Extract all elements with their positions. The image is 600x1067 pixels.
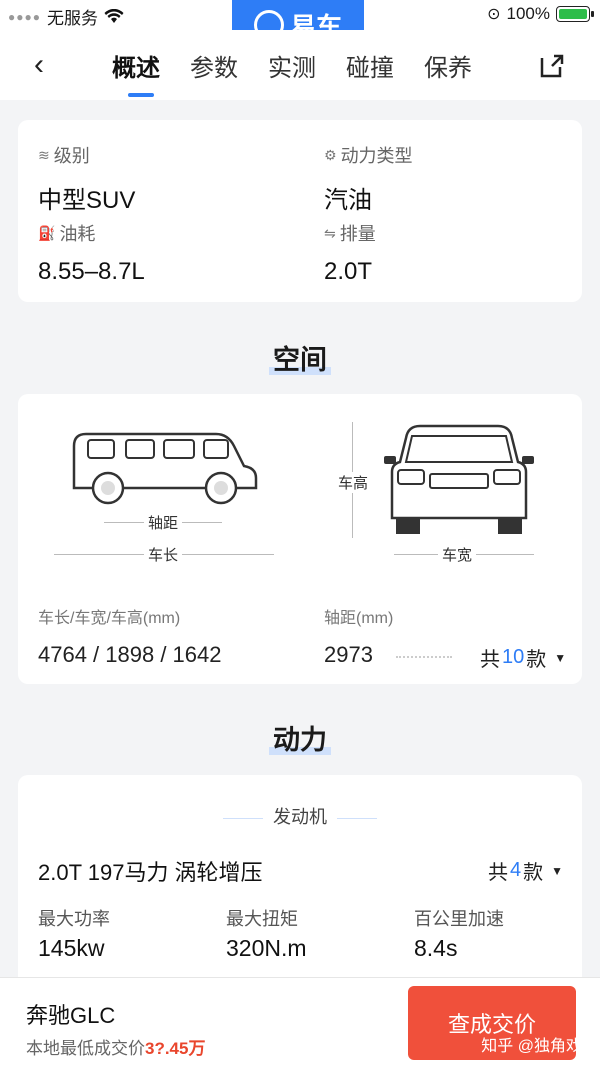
- bottom-bar: 奔驰GLC 本地最低成交价3?.45万 查成交价 知乎 @独角戏: [0, 977, 600, 1067]
- tab-maintenance[interactable]: 保养: [424, 48, 472, 83]
- engine-name: 2.0T 197马力 涡轮增压: [38, 860, 263, 885]
- tab-params[interactable]: 参数: [190, 48, 238, 83]
- signal-icon: ●●●●: [8, 9, 41, 24]
- level-value: 中型SUV: [38, 187, 136, 214]
- basic-info-card: ≋ 级别 中型SUV ⚙ 动力类型 汽油 ⛽ 油耗 8.55–8.7L ⇋ 排量 2.0…: [18, 120, 582, 302]
- acceleration-value: 8.4s: [414, 935, 458, 961]
- power-type-label: 动力类型: [340, 146, 413, 166]
- engine-icon: ⚙: [324, 146, 337, 163]
- height-dim-label: 车高: [334, 472, 373, 493]
- car-front-view-icon: [384, 424, 534, 534]
- back-icon[interactable]: ‹: [34, 48, 44, 82]
- space-section-title: 空间: [273, 345, 327, 375]
- power-type-value: 汽油: [324, 187, 372, 214]
- lowest-price-row: 本地最低成交价3?.45万: [26, 1039, 206, 1058]
- space-card: 轴距 车长 车高 车宽 车长/车宽/车高(mm) 4764 / 1898 / 1…: [18, 394, 582, 684]
- dims-value: 4764 / 1898 / 1642: [38, 642, 222, 667]
- length-dim-label: 车长: [144, 544, 183, 565]
- power-section-title: 动力: [273, 725, 327, 755]
- wheelbase-value: 2973: [324, 642, 373, 667]
- level-label: 级别: [53, 146, 90, 166]
- space-variant-count[interactable]: 共 10 款 ▼: [480, 643, 566, 672]
- dropdown-caret-icon: ▼: [554, 650, 567, 665]
- lowest-price-value: 3?.45万: [145, 1039, 206, 1058]
- car-side-view-icon: [72, 432, 258, 505]
- width-dim-label: 车宽: [438, 544, 477, 565]
- max-torque-label: 最大扭矩: [226, 909, 298, 929]
- layers-icon: ≋: [38, 146, 50, 163]
- power-card: 发动机 2.0T 197马力 涡轮增压 共 4 款 ▼ 最大功率 145kw 最大扭矩…: [18, 775, 582, 1005]
- displacement-icon: ⇋: [324, 224, 336, 241]
- displacement-value: 2.0T: [324, 258, 373, 285]
- wheelbase-dim-label: 轴距: [144, 512, 183, 533]
- battery-icon: [556, 6, 594, 22]
- acceleration-label: 百公里加速: [414, 909, 504, 929]
- max-torque-value: 320N.m: [226, 935, 307, 961]
- engine-variant-count[interactable]: 共 4 款 ▼: [488, 856, 563, 885]
- fuel-label: 油耗: [59, 224, 96, 244]
- max-power-label: 最大功率: [38, 909, 110, 929]
- model-name: 奔驰GLC: [26, 1003, 116, 1028]
- carrier-label: 无服务: [47, 9, 98, 28]
- wheelbase-mm-label: 轴距(mm): [324, 610, 394, 627]
- top-nav: ‹ 概述 参数 实测 碰撞 保养: [0, 30, 600, 100]
- dims-label: 车长/车宽/车高(mm): [38, 610, 181, 627]
- battery-percent: 100%: [506, 4, 550, 23]
- watermark: 知乎 @独角戏: [481, 1038, 582, 1055]
- fuel-icon: ⛽: [38, 224, 56, 241]
- max-power-value: 145kw: [38, 935, 105, 961]
- displacement-label: 排量: [339, 224, 376, 244]
- tab-tests[interactable]: 实测: [268, 48, 316, 83]
- fuel-value: 8.55–8.7L: [38, 258, 145, 285]
- engine-header: 发动机: [18, 803, 582, 829]
- dropdown-caret-icon: ▼: [551, 863, 564, 878]
- wifi-icon: [104, 8, 124, 23]
- tab-crash[interactable]: 碰撞: [346, 48, 394, 83]
- orientation-lock-icon: ⊙: [487, 6, 501, 23]
- tab-overview[interactable]: 概述: [112, 48, 160, 97]
- share-icon[interactable]: [538, 52, 566, 80]
